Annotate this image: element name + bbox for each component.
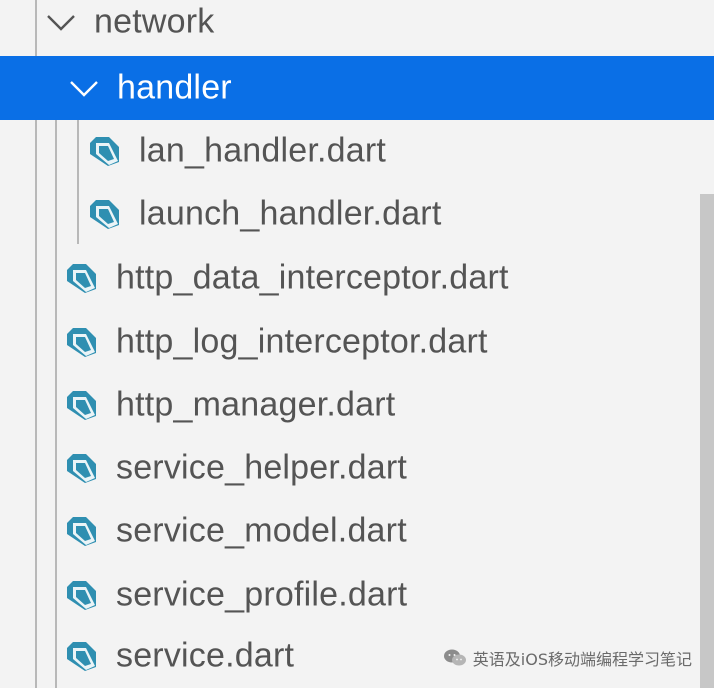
watermark-text: 英语及iOS移动端编程学习笔记 bbox=[472, 650, 692, 669]
dart-file-icon bbox=[64, 325, 98, 359]
file-item[interactable]: launch_handler.dart bbox=[0, 182, 714, 246]
file-label: service.dart bbox=[116, 636, 295, 675]
chevron-down-icon[interactable] bbox=[69, 78, 99, 98]
vertical-scrollbar[interactable] bbox=[700, 194, 714, 688]
dart-file-icon bbox=[64, 261, 98, 295]
folder-label: network bbox=[94, 2, 215, 41]
dart-file-icon bbox=[87, 197, 121, 231]
file-item[interactable]: http_data_interceptor.dart bbox=[0, 246, 714, 310]
file-explorer-tree: network handler lan_handler.dart launch_… bbox=[0, 0, 714, 688]
wechat-icon bbox=[443, 648, 467, 668]
dart-file-icon bbox=[64, 451, 98, 485]
file-item[interactable]: http_log_interceptor.dart bbox=[0, 310, 714, 374]
watermark: 英语及iOS移动端编程学习笔记 bbox=[443, 646, 692, 670]
dart-file-icon bbox=[64, 514, 98, 548]
file-label: service_profile.dart bbox=[116, 575, 408, 614]
chevron-down-icon[interactable] bbox=[46, 12, 76, 32]
file-label: http_log_interceptor.dart bbox=[116, 322, 488, 361]
folder-network[interactable]: network bbox=[0, 0, 714, 54]
file-label: service_model.dart bbox=[116, 511, 407, 550]
folder-label: handler bbox=[117, 68, 232, 107]
file-item[interactable]: service_profile.dart bbox=[0, 563, 714, 627]
file-item[interactable]: http_manager.dart bbox=[0, 373, 714, 437]
dart-file-icon bbox=[87, 134, 121, 168]
file-label: launch_handler.dart bbox=[139, 194, 442, 233]
file-item[interactable]: lan_handler.dart bbox=[0, 119, 714, 183]
dart-file-icon bbox=[64, 578, 98, 612]
folder-handler[interactable]: handler bbox=[0, 56, 714, 120]
file-item[interactable]: service_model.dart bbox=[0, 499, 714, 563]
dart-file-icon bbox=[64, 639, 98, 673]
dart-file-icon bbox=[64, 388, 98, 422]
file-item[interactable]: service_helper.dart bbox=[0, 436, 714, 500]
file-label: http_data_interceptor.dart bbox=[116, 258, 509, 297]
file-label: service_helper.dart bbox=[116, 448, 408, 487]
file-label: lan_handler.dart bbox=[139, 131, 387, 170]
file-label: http_manager.dart bbox=[116, 385, 396, 424]
